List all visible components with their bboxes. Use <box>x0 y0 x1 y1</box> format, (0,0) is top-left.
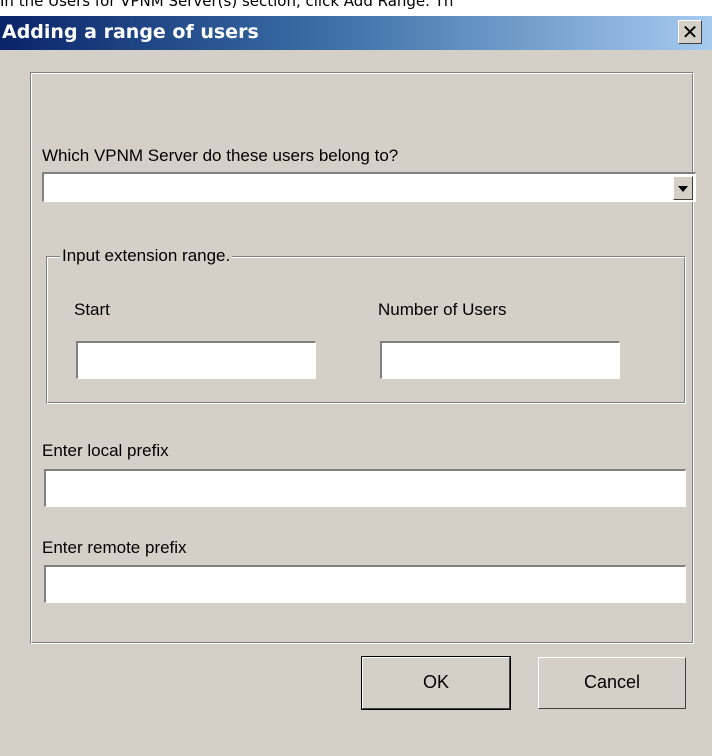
count-input[interactable] <box>382 343 619 378</box>
title-bar[interactable]: Adding a range of users ✕ <box>0 16 712 50</box>
close-icon: ✕ <box>681 20 699 44</box>
document-text: In the Users for VPNM Server(s) section,… <box>0 0 454 10</box>
start-input[interactable] <box>78 343 315 378</box>
dropdown-button[interactable] <box>673 176 693 200</box>
local-prefix-field[interactable] <box>44 469 686 507</box>
chevron-down-icon <box>678 186 688 192</box>
start-field[interactable] <box>76 341 316 379</box>
start-label: Start <box>74 300 110 319</box>
extension-range-group <box>46 256 686 404</box>
remote-prefix-input[interactable] <box>46 567 685 602</box>
count-label: Number of Users <box>378 300 507 319</box>
remote-prefix-field[interactable] <box>44 565 686 603</box>
dialog-title: Adding a range of users <box>2 21 259 43</box>
close-button[interactable]: ✕ <box>678 20 702 44</box>
server-select[interactable] <box>44 174 695 201</box>
group-legend: Input extension range. <box>60 246 233 266</box>
local-prefix-input[interactable] <box>46 471 685 506</box>
add-range-dialog: Adding a range of users ✕ Which VPNM Ser… <box>0 16 712 756</box>
cancel-button[interactable]: Cancel <box>538 657 686 709</box>
server-label: Which VPNM Server do these users belong … <box>42 146 399 165</box>
count-field[interactable] <box>380 341 620 379</box>
server-dropdown[interactable] <box>42 172 696 202</box>
local-prefix-label: Enter local prefix <box>42 441 169 460</box>
remote-prefix-label: Enter remote prefix <box>42 538 187 557</box>
ok-button[interactable]: OK <box>361 656 511 710</box>
